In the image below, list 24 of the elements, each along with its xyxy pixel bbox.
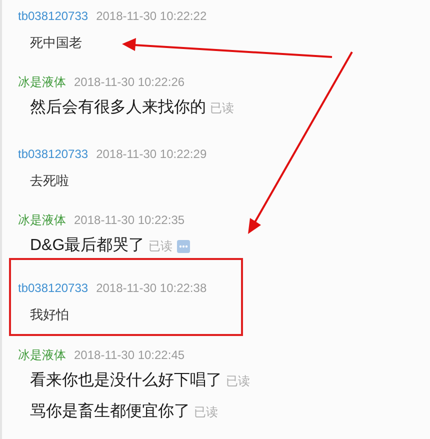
message-text: 骂你是畜生都便宜你了	[30, 401, 190, 422]
read-status: 已读	[194, 404, 218, 421]
sender-name: tb038120733	[18, 146, 88, 163]
message-text: 然后会有很多人来找你的	[30, 98, 206, 118]
message-time: 2018-11-30 10:22:22	[96, 8, 207, 25]
read-status: 已读	[210, 100, 234, 117]
sender-name: 冰是液体	[18, 347, 66, 364]
sender-name: 冰是液体	[18, 212, 66, 229]
message-text: 看来你也是没什么好下唱了	[30, 370, 222, 391]
message-text: 我好怕	[30, 306, 69, 324]
message-text: D&G最后都哭了	[30, 236, 145, 256]
read-status: 已读	[148, 238, 173, 255]
read-status: 已读	[226, 373, 250, 390]
message-time: 2018-11-30 10:22:35	[74, 212, 185, 229]
message-time: 2018-11-30 10:22:26	[74, 74, 185, 91]
sender-name: tb038120733	[18, 280, 88, 297]
message-text: 死中国老	[30, 34, 82, 52]
more-icon[interactable]	[176, 240, 190, 252]
message-time: 2018-11-30 10:22:38	[96, 280, 207, 297]
message-time: 2018-11-30 10:22:45	[74, 347, 185, 364]
sender-name: tb038120733	[18, 8, 88, 25]
message-text: 去死啦	[30, 172, 69, 190]
sender-name: 冰是液体	[18, 74, 66, 91]
message-time: 2018-11-30 10:22:29	[96, 146, 207, 163]
